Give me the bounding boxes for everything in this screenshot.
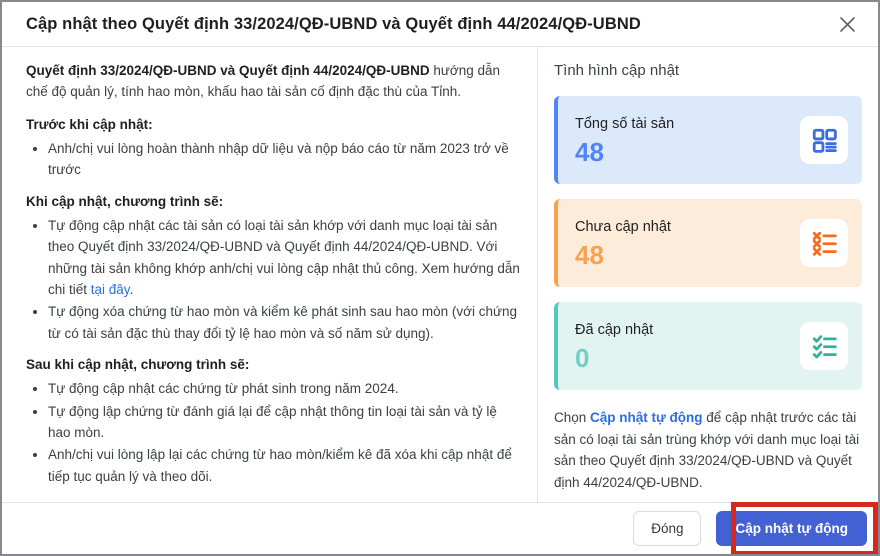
updated-card: Đã cập nhật 0: [554, 302, 862, 390]
list-item: Tự động cập nhật các tài sản có loại tài…: [48, 215, 521, 300]
intro-paragraph: Quyết định 33/2024/QĐ-UBND và Quyết định…: [26, 60, 521, 103]
list-item: Anh/chị vui lòng lập lại các chứng từ ha…: [48, 444, 521, 487]
guide-link[interactable]: tại đây: [91, 282, 130, 297]
auto-update-link[interactable]: Cập nhật tự động: [590, 410, 703, 425]
grid-list-icon: [800, 116, 848, 164]
auto-update-button[interactable]: Cập nhật tự động: [716, 511, 867, 546]
card-label: Tổng số tài sản: [575, 115, 675, 132]
during-update-list: Tự động cập nhật các tài sản có loại tài…: [26, 215, 521, 344]
dialog-body: Quyết định 33/2024/QĐ-UBND và Quyết định…: [2, 47, 878, 502]
intro-bold-text: Quyết định 33/2024/QĐ-UBND và Quyết định…: [26, 63, 430, 78]
list-item: Tự động lập chứng từ đánh giá lại để cập…: [48, 401, 521, 444]
card-label: Đã cập nhật: [575, 321, 654, 338]
close-button[interactable]: [834, 11, 860, 37]
dialog-footer: Đóng Cập nhật tự động: [2, 502, 878, 554]
update-decision-dialog: Cập nhật theo Quyết định 33/2024/QĐ-UBND…: [0, 0, 880, 556]
before-update-list: Anh/chị vui lòng hoàn thành nhập dữ liệu…: [26, 138, 521, 181]
list-item: Tự động cập nhật các chứng từ phát sinh …: [48, 378, 521, 399]
list-item: Anh/chị vui lòng hoàn thành nhập dữ liệu…: [48, 138, 521, 181]
x-icon: [839, 16, 856, 33]
bullet-text-post: .: [129, 281, 134, 297]
section-heading-during-update: Khi cập nhật, chương trình sẽ:: [26, 193, 224, 209]
list-item: Tự động xóa chứng từ hao mòn và kiểm kê …: [48, 301, 521, 344]
list-x-icon: [800, 219, 848, 267]
panel-note: Chọn Cập nhật tự động để cập nhật trước …: [554, 407, 862, 493]
card-value: 0: [575, 342, 590, 373]
instructions-column: Quyết định 33/2024/QĐ-UBND và Quyết định…: [2, 47, 537, 502]
section-heading-after-update: Sau khi cập nhật, chương trình sẽ:: [26, 356, 250, 372]
card-texts: Tổng số tài sản 48: [575, 116, 674, 165]
dialog-title: Cập nhật theo Quyết định 33/2024/QĐ-UBND…: [26, 14, 641, 33]
card-value: 48: [575, 239, 604, 270]
status-panel-heading: Tình hình cập nhật: [554, 62, 680, 79]
list-check-icon: [800, 322, 848, 370]
section-heading-before-update: Trước khi cập nhật:: [26, 116, 153, 132]
card-value: 48: [575, 136, 604, 167]
card-label: Chưa cập nhật: [575, 218, 671, 235]
after-update-list: Tự động cập nhật các chứng từ phát sinh …: [26, 378, 521, 487]
dialog-header: Cập nhật theo Quyết định 33/2024/QĐ-UBND…: [2, 2, 878, 47]
card-texts: Chưa cập nhật 48: [575, 219, 671, 268]
status-panel: Tình hình cập nhật Tổng số tài sản 48 Ch…: [537, 47, 878, 502]
card-texts: Đã cập nhật 0: [575, 322, 653, 371]
total-assets-card: Tổng số tài sản 48: [554, 96, 862, 184]
not-updated-card: Chưa cập nhật 48: [554, 199, 862, 287]
close-dialog-button[interactable]: Đóng: [633, 511, 702, 546]
note-pre: Chọn: [554, 410, 591, 425]
